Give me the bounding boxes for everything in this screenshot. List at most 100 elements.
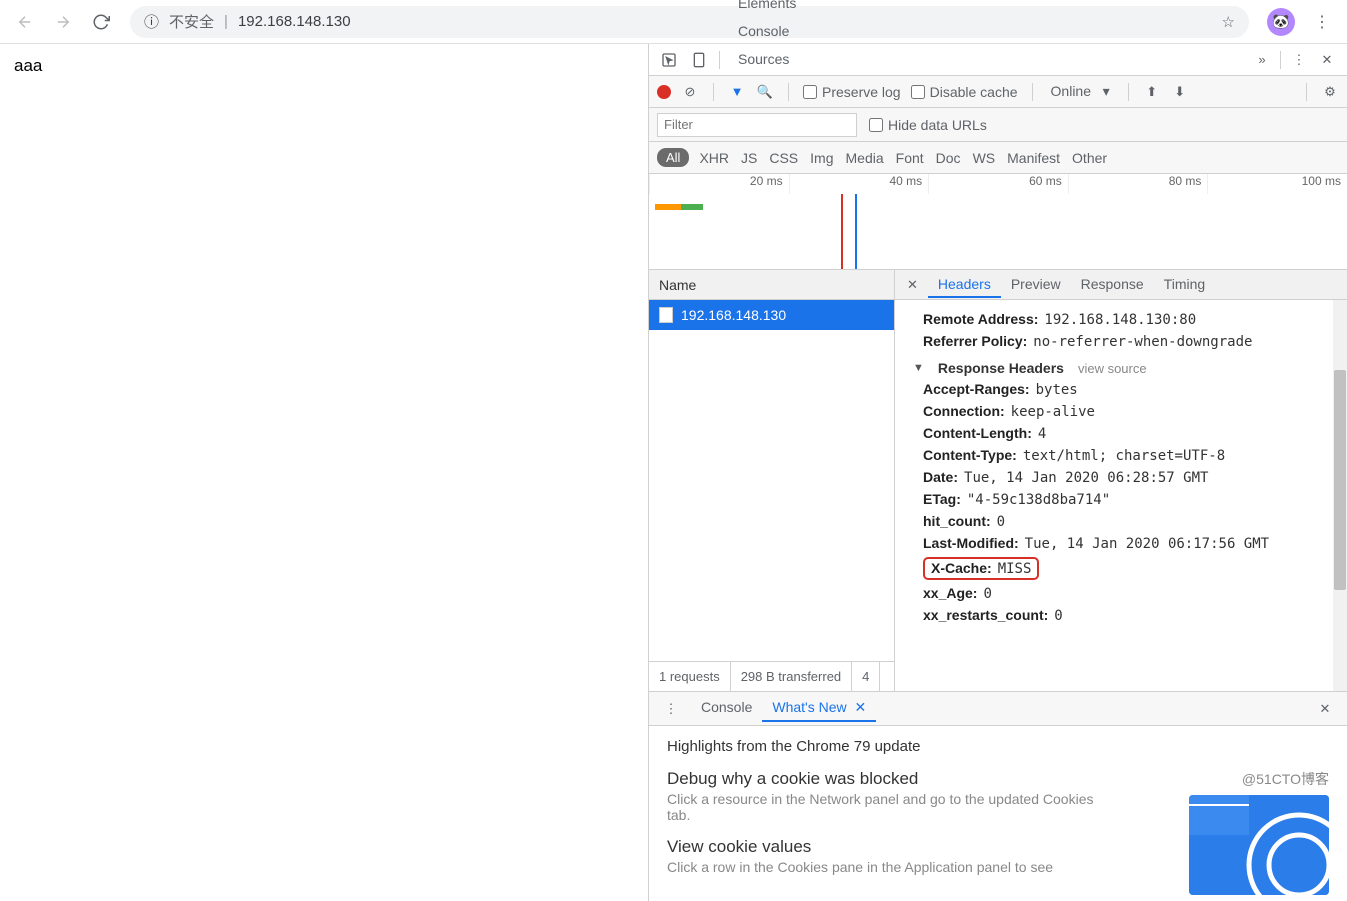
detail-tab-timing[interactable]: Timing — [1154, 272, 1216, 298]
scrollbar[interactable] — [1333, 300, 1347, 691]
header-row: Date:Tue, 14 Jan 2020 06:28:57 GMT — [923, 469, 1347, 486]
header-row: Connection:keep-alive — [923, 403, 1347, 420]
address-bar[interactable]: ⓘ 不安全 | 192.168.148.130 ☆ — [130, 6, 1249, 38]
view-source-link[interactable]: view source — [1078, 361, 1147, 376]
kebab-icon[interactable]: ⋮ — [1285, 46, 1313, 74]
request-list-header[interactable]: Name — [649, 270, 894, 300]
highlights-title: Highlights from the Chrome 79 update — [667, 738, 1329, 755]
disclosure-triangle-icon: ▼ — [913, 362, 924, 374]
insecure-label: 不安全 — [169, 11, 214, 32]
close-detail-icon[interactable]: ✕ — [901, 277, 924, 293]
separator — [1032, 83, 1033, 101]
timeline-tick: 40 ms — [789, 174, 929, 194]
type-all[interactable]: All — [657, 148, 689, 167]
drawer-tab-what-s-new[interactable]: What's New ✕ — [762, 695, 876, 722]
detail-tab-preview[interactable]: Preview — [1001, 272, 1071, 298]
filter-icon[interactable]: ▼ — [728, 84, 746, 99]
header-row: Content-Length:4 — [923, 425, 1347, 442]
devtools-drawer: ⋮ ConsoleWhat's New ✕ ✕ Highlights from … — [649, 691, 1347, 901]
profile-avatar[interactable]: 🐼 — [1267, 8, 1295, 36]
detail-body: Remote Address:192.168.148.130:80 Referre… — [895, 300, 1347, 691]
forward-button[interactable] — [46, 5, 80, 39]
detail-tab-bar: ✕ HeadersPreviewResponseTiming — [895, 270, 1347, 300]
filter-input[interactable] — [657, 113, 857, 137]
timeline-tick: 20 ms — [649, 174, 789, 194]
detail-tab-headers[interactable]: Headers — [928, 272, 1001, 298]
info-icon: ⓘ — [144, 11, 159, 32]
inspect-icon[interactable] — [655, 46, 683, 74]
request-status-bar: 1 requests 298 B transferred 4 — [649, 661, 894, 691]
header-row: xx_Age:0 — [923, 585, 1347, 602]
type-js[interactable]: JS — [741, 150, 757, 166]
tab-console[interactable]: Console — [726, 17, 830, 45]
page-content: aaa — [0, 44, 649, 901]
tab-elements[interactable]: Elements — [726, 0, 830, 17]
close-devtools-icon[interactable]: ✕ — [1313, 46, 1341, 74]
section-title: Response Headers — [938, 360, 1064, 376]
settings-icon[interactable]: ⚙ — [1321, 84, 1339, 100]
url-text: 192.168.148.130 — [238, 13, 351, 30]
type-img[interactable]: Img — [810, 150, 833, 166]
header-row: hit_count:0 — [923, 513, 1347, 530]
tab-sources[interactable]: Sources — [726, 45, 830, 73]
timeline-marker-blue — [855, 194, 857, 269]
watermark: @51CTO博客 — [1242, 769, 1329, 789]
menu-button[interactable]: ⋮ — [1305, 5, 1339, 39]
type-media[interactable]: Media — [846, 150, 884, 166]
drawer-tab-bar: ⋮ ConsoleWhat's New ✕ ✕ — [649, 692, 1347, 726]
header-row: Referrer Policy:no-referrer-when-downgra… — [923, 333, 1347, 350]
type-filter-row: All XHR JS CSS Img Media Font Doc WS Manifest Oth… — [649, 142, 1347, 174]
status-more: 4 — [852, 662, 880, 691]
separator — [788, 83, 789, 101]
header-row: Last-Modified:Tue, 14 Jan 2020 06:17:56 … — [923, 535, 1347, 552]
kebab-icon[interactable]: ⋮ — [657, 695, 685, 723]
upload-har-icon[interactable]: ⬆ — [1143, 84, 1161, 100]
back-button[interactable] — [8, 5, 42, 39]
filter-row: Hide data URLs — [649, 108, 1347, 142]
response-headers-section[interactable]: ▼ Response Headers view source — [913, 360, 1347, 376]
hide-data-urls-checkbox[interactable]: Hide data URLs — [869, 117, 987, 133]
separator — [1128, 83, 1129, 101]
preserve-log-checkbox[interactable]: Preserve log — [803, 84, 901, 100]
timeline-marker-red — [841, 194, 843, 269]
separator — [1306, 83, 1307, 101]
detail-tab-response[interactable]: Response — [1071, 272, 1154, 298]
search-icon[interactable]: 🔍 — [756, 84, 774, 100]
type-doc[interactable]: Doc — [936, 150, 961, 166]
timeline-tick: 100 ms — [1207, 174, 1347, 194]
type-ws[interactable]: WS — [973, 150, 996, 166]
main-area: aaa ElementsConsoleSourcesNetworkPerform… — [0, 44, 1347, 901]
separator — [719, 51, 720, 69]
type-css[interactable]: CSS — [769, 150, 798, 166]
clear-icon[interactable]: ⊘ — [681, 84, 699, 100]
star-icon[interactable]: ☆ — [1222, 13, 1235, 31]
more-tabs-icon[interactable]: » — [1248, 46, 1276, 74]
timeline-bar — [655, 198, 703, 204]
request-name: 192.168.148.130 — [681, 307, 786, 323]
drawer-tab-console[interactable]: Console — [691, 695, 762, 722]
record-button[interactable] — [657, 85, 671, 99]
header-row: Remote Address:192.168.148.130:80 — [923, 311, 1347, 328]
download-har-icon[interactable]: ⬇ — [1171, 84, 1189, 100]
network-timeline[interactable]: 20 ms40 ms60 ms80 ms100 ms — [649, 174, 1347, 270]
timeline-tick: 80 ms — [1068, 174, 1208, 194]
type-xhr[interactable]: XHR — [699, 150, 729, 166]
network-split: Name 192.168.148.130 1 requests 298 B tr… — [649, 270, 1347, 691]
type-other[interactable]: Other — [1072, 150, 1107, 166]
document-icon — [659, 307, 673, 323]
request-row[interactable]: 192.168.148.130 — [649, 300, 894, 330]
device-icon[interactable] — [685, 46, 713, 74]
type-font[interactable]: Font — [896, 150, 924, 166]
browser-toolbar: ⓘ 不安全 | 192.168.148.130 ☆ 🐼 ⋮ — [0, 0, 1347, 44]
header-row: Content-Type:text/html; charset=UTF-8 — [923, 447, 1347, 464]
disable-cache-checkbox[interactable]: Disable cache — [911, 84, 1018, 100]
close-drawer-icon[interactable]: ✕ — [1311, 695, 1339, 723]
reload-button[interactable] — [84, 5, 118, 39]
header-row: ETag:"4-59c138d8ba714" — [923, 491, 1347, 508]
network-toolbar: ⊘ ▼ 🔍 Preserve log Disable cache Online … — [649, 76, 1347, 108]
status-count: 1 requests — [649, 662, 731, 691]
type-manifest[interactable]: Manifest — [1007, 150, 1060, 166]
header-row: xx_restarts_count:0 — [923, 607, 1347, 624]
throttle-select[interactable]: Online ▾ — [1047, 81, 1114, 102]
page-text: aaa — [14, 56, 42, 75]
